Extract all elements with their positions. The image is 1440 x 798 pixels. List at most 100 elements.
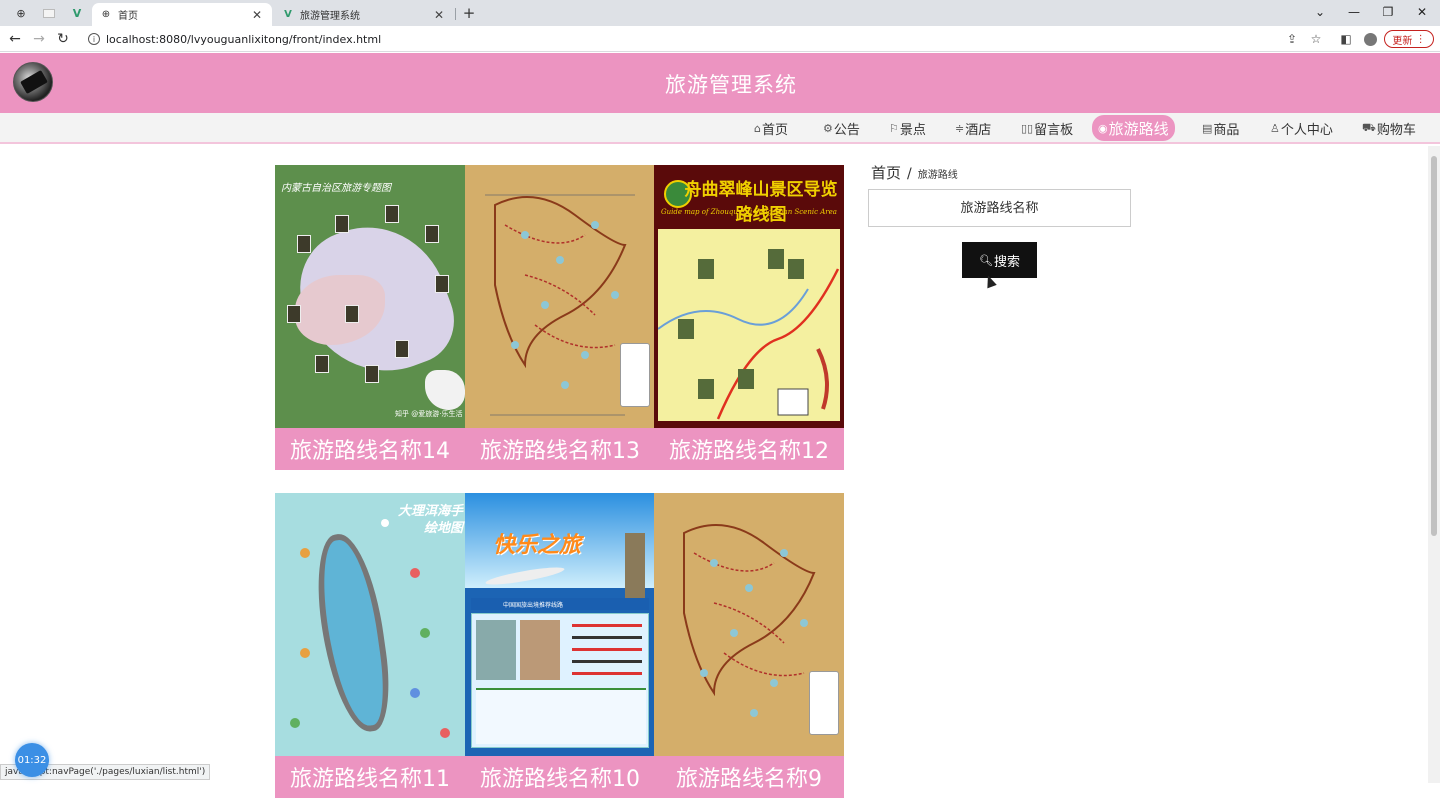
map-title: 舟曲翠峰山景区导览路线图 <box>684 180 838 225</box>
photo-marker <box>315 355 329 373</box>
map-watermark: 知乎 @爱旅游·乐生活 <box>395 410 463 418</box>
vue-icon: V <box>72 6 82 20</box>
arrow-left-icon: ← <box>9 31 21 47</box>
share-button[interactable]: ⇪ <box>1284 31 1300 47</box>
columns-icon: ▯▯ <box>1021 122 1034 135</box>
route-name[interactable]: 旅游路线名称10 <box>465 756 655 798</box>
route-name[interactable]: 旅游路线名称11 <box>275 756 465 798</box>
nav-label: 首页 <box>761 123 788 138</box>
photo-marker <box>345 305 359 323</box>
close-window-button[interactable]: ✕ <box>1410 2 1434 22</box>
minimize-button[interactable]: — <box>1342 2 1366 22</box>
nav-item-routes[interactable]: ◉ 旅游路线 <box>1092 115 1175 141</box>
nav-item-notice[interactable]: ⚙ 公告 <box>823 117 860 140</box>
route-image[interactable]: 舟曲翠峰山景区导览路线图 Guide map of Zhouqu Cui Fen… <box>654 165 844 428</box>
route-icon: ◉ <box>1098 121 1108 135</box>
vue-icon: V <box>284 9 292 20</box>
nav-label: 商品 <box>1213 123 1240 138</box>
plus-icon: + <box>462 4 476 22</box>
nav-label: 公告 <box>833 123 860 138</box>
route-name[interactable]: 旅游路线名称12 <box>654 428 844 470</box>
browser-tab-strip: ⊕ V ⊕ 首页 ✕ V 旅游管理系统 ✕ + ⌄ — ❐ ✕ <box>0 0 1440 26</box>
breadcrumb-home[interactable]: 首页 <box>871 162 901 183</box>
nav-item-home[interactable]: ⌂ 首页 <box>754 117 788 140</box>
breadcrumb-separator: / <box>907 166 912 182</box>
route-map-graphic <box>657 249 840 420</box>
map-title: 内蒙古自治区旅游专题图 <box>281 183 391 194</box>
nav-label: 旅游路线 <box>1108 119 1169 138</box>
photo-marker <box>287 305 301 323</box>
update-button[interactable]: 更新 ⋮ <box>1384 30 1434 48</box>
update-label: 更新 <box>1392 35 1413 47</box>
price-line <box>572 624 642 627</box>
poster-itinerary <box>476 688 646 744</box>
map-legend <box>809 671 839 735</box>
side-panel-icon: ◧ <box>1340 32 1352 46</box>
tab-title: 旅游管理系统 <box>300 11 360 22</box>
pagoda-graphic <box>625 533 645 603</box>
info-icon[interactable]: i <box>88 33 100 45</box>
route-image[interactable] <box>654 493 844 756</box>
side-panel-button[interactable]: ◧ <box>1338 31 1354 47</box>
scrollbar-thumb[interactable] <box>1431 156 1437 536</box>
photo-marker <box>435 275 449 293</box>
new-tab-button[interactable]: + <box>459 3 479 23</box>
search-icon: 🔍︎ <box>979 254 993 267</box>
close-icon: ✕ <box>1416 5 1428 19</box>
close-icon[interactable]: ✕ <box>250 8 264 22</box>
nav-item-guestbook[interactable]: ▯▯ 留言板 <box>1021 117 1073 140</box>
url-text: localhost:8080/lvyouguanlixitong/front/i… <box>106 32 382 46</box>
site-header: 旅游管理系统 <box>0 53 1440 113</box>
profile-icon <box>1363 32 1377 46</box>
search-button-label: 搜索 <box>993 253 1020 269</box>
route-image[interactable] <box>465 165 655 428</box>
nav-item-attractions[interactable]: ⚐ 景点 <box>889 117 926 140</box>
tab-travel-system[interactable]: V 旅游管理系统 ✕ <box>274 3 454 26</box>
arrow-right-icon: → <box>33 31 45 47</box>
poster-photo <box>520 620 560 680</box>
nav-item-hotel[interactable]: ≑ 酒店 <box>955 117 991 140</box>
tab-search-button[interactable]: ⌄ <box>1308 2 1332 22</box>
back-button[interactable]: ← <box>6 30 24 48</box>
page-scrollbar[interactable] <box>1428 146 1440 783</box>
blank-page-icon <box>43 8 55 18</box>
route-name[interactable]: 旅游路线名称9 <box>654 756 844 798</box>
recording-timer[interactable]: 01:32 <box>15 743 49 777</box>
gear-icon: ⚙ <box>823 122 833 135</box>
photo-marker <box>335 215 349 233</box>
map-legend <box>620 343 650 407</box>
reload-icon: ↻ <box>57 31 69 47</box>
reload-button[interactable]: ↻ <box>54 30 72 48</box>
map-decoration-graphic <box>290 519 450 738</box>
poster-banner: 中国国旅出境推荐线路 <box>471 598 649 610</box>
pinned-tab-blank[interactable] <box>36 4 62 22</box>
tab-title: 首页 <box>118 11 138 22</box>
site-title: 旅游管理系统 <box>665 73 797 97</box>
route-name[interactable]: 旅游路线名称14 <box>275 428 465 470</box>
route-image[interactable]: 内蒙古自治区旅游专题图 知乎 @爱旅游·乐生活 <box>275 165 465 428</box>
sort-icon: ≑ <box>955 122 965 135</box>
pinned-tab-globe[interactable]: ⊕ <box>8 4 34 22</box>
price-line <box>572 636 642 639</box>
nav-item-profile[interactable]: ♙ 个人中心 <box>1270 117 1333 140</box>
profile-button[interactable] <box>1362 31 1378 47</box>
route-image[interactable]: 大理洱海手绘地图 <box>275 493 465 756</box>
restore-button[interactable]: ❐ <box>1376 2 1400 22</box>
poster-photo <box>476 620 516 680</box>
photo-marker <box>425 225 439 243</box>
forward-button[interactable]: → <box>30 30 48 48</box>
nav-item-goods[interactable]: ▤ 商品 <box>1202 117 1239 140</box>
chevron-down-icon: ⌄ <box>1314 5 1326 19</box>
bookmark-button[interactable]: ☆ <box>1308 31 1324 47</box>
route-image[interactable]: 快乐之旅 中国国旅出境推荐线路 <box>465 493 655 756</box>
close-icon[interactable]: ✕ <box>432 8 446 22</box>
nav-item-cart[interactable]: ⛟ 购物车 <box>1362 117 1416 140</box>
url-field[interactable]: i localhost:8080/lvyouguanlixitong/front… <box>82 29 1372 49</box>
list-icon: ▤ <box>1202 122 1213 135</box>
pinned-tab-vue[interactable]: V <box>64 4 90 22</box>
route-name[interactable]: 旅游路线名称13 <box>465 428 655 470</box>
search-button[interactable]: 🔍︎ 搜索 <box>962 242 1037 278</box>
route-name-search-input[interactable] <box>868 189 1131 227</box>
home-icon: ⌂ <box>754 122 761 135</box>
tab-home[interactable]: ⊕ 首页 ✕ <box>92 3 272 26</box>
